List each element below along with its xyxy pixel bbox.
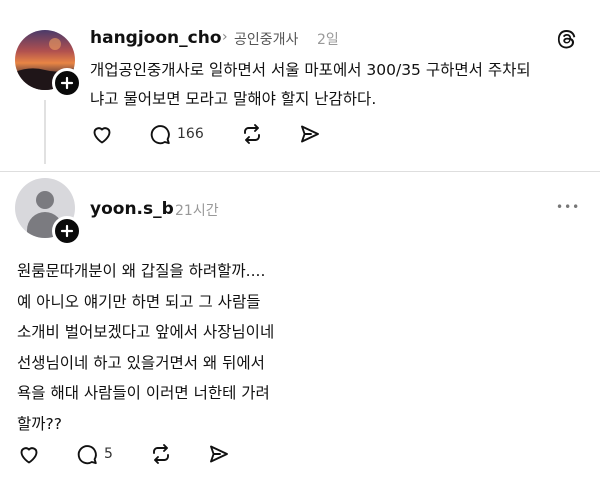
post-time: 21시간: [175, 203, 219, 219]
username[interactable]: hangjoon_cho: [90, 28, 222, 48]
post-line: 소개비 벌어보겠다고 앞에서 사장님이네: [17, 323, 275, 341]
thread-line: [44, 100, 46, 164]
post-line: 냐고 물어보면 모라고 말해야 할지 난감하다.: [90, 90, 377, 108]
post-line: 예 아니오 얘기만 하면 되고 그 사람들: [17, 292, 261, 311]
share-icon: [209, 445, 228, 463]
follow-plus-button[interactable]: [52, 216, 82, 246]
username[interactable]: yoon.s_b: [90, 199, 174, 219]
post-line: 개업공인중개사로 일하면서 서울 마포에서 300/35 구하면서 주차되: [90, 61, 531, 79]
follow-plus-button[interactable]: [52, 68, 82, 98]
plus-icon: [60, 76, 74, 90]
avatar-placeholder-head: [36, 191, 54, 209]
action-bar: 5: [17, 442, 231, 466]
more-icon[interactable]: •••: [556, 200, 580, 214]
post-line: 선생님이네 하고 있을거면서 왜 뒤에서: [17, 353, 265, 372]
comment-icon: [150, 125, 170, 145]
plus-icon: [60, 224, 74, 238]
reply-button[interactable]: 5: [75, 442, 113, 466]
repost-icon: [243, 124, 260, 144]
like-button[interactable]: [17, 442, 41, 466]
reply-button[interactable]: 166: [148, 122, 204, 146]
share-button[interactable]: [298, 122, 322, 146]
repost-button[interactable]: [240, 122, 264, 146]
post-body: 원룸문따개분이 왜 갑질을 하려할까.... 예 아니오 얘기만 하면 되고 그…: [17, 256, 274, 439]
thread-post-1: hangjoon_cho › 공인중개사 2일 개업공인중개사로 일하면서 서울…: [0, 0, 600, 172]
repost-button[interactable]: [149, 442, 173, 466]
post-time: 2일: [317, 32, 339, 48]
heart-icon: [93, 127, 111, 144]
threads-logo-icon[interactable]: [556, 28, 578, 50]
post-line: 욕을 해대 사람들이 이러면 너한테 가려: [17, 384, 270, 402]
chevron-right-icon: ›: [222, 29, 228, 45]
action-bar: 166: [90, 122, 322, 146]
reply-count: 5: [104, 446, 113, 462]
post-line: 할까??: [17, 414, 62, 433]
repost-icon: [152, 444, 169, 464]
post-body: 개업공인중개사로 일하면서 서울 마포에서 300/35 구하면서 주차되 냐고…: [90, 56, 531, 114]
thread-post-2: yoon.s_b 21시간 ••• 원룸문따개분이 왜 갑질을 하려할까....…: [0, 172, 600, 484]
share-icon: [300, 125, 319, 143]
post-line: 원룸문따개분이 왜 갑질을 하려할까....: [17, 262, 266, 280]
share-button[interactable]: [207, 442, 231, 466]
like-button[interactable]: [90, 122, 114, 146]
heart-icon: [20, 447, 38, 464]
comment-icon: [77, 445, 97, 465]
reply-count: 166: [177, 126, 204, 142]
topic-tag[interactable]: 공인중개사: [234, 29, 298, 49]
